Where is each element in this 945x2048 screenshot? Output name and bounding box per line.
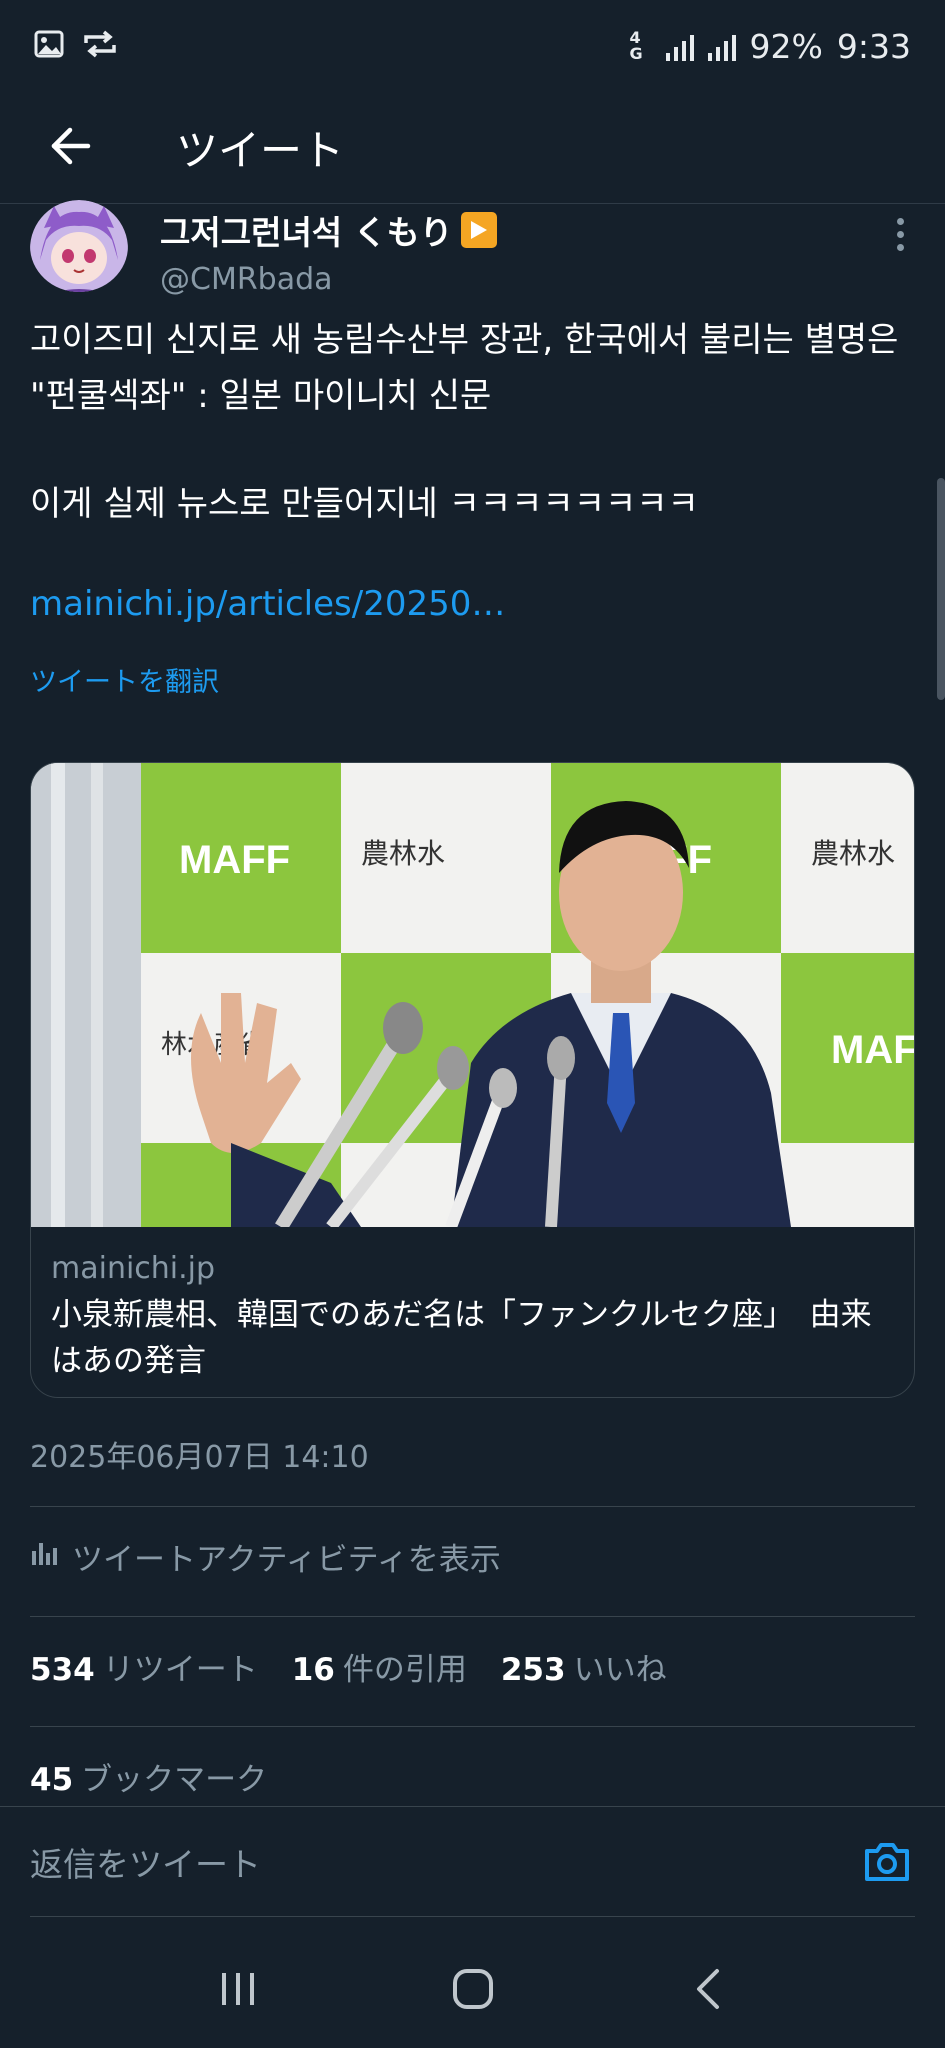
- quotes-count: 16: [291, 1652, 335, 1688]
- likes-stat[interactable]: 253 いいね: [501, 1644, 667, 1689]
- translate-tweet-link[interactable]: ツイートを翻訳: [30, 660, 219, 699]
- play-badge-icon: [460, 212, 497, 248]
- signal-icon: [665, 31, 694, 61]
- sync-icon: [82, 29, 118, 63]
- divider: [30, 1726, 915, 1727]
- card-domain: mainichi.jp: [51, 1251, 216, 1286]
- card-image-text: MAFF: [179, 838, 290, 882]
- activity-label: ツイートアクティビティを表示: [72, 1542, 501, 1578]
- home-icon[interactable]: [428, 1949, 518, 2029]
- likes-count: 253: [500, 1652, 566, 1688]
- tweet-text-paragraph: 고이즈미 신지로 새 농림수산부 장관, 한국에서 불리는 별명은 "펀쿨섹좌"…: [30, 320, 899, 416]
- author-name[interactable]: 그저그런녀석 くもり: [160, 206, 497, 254]
- card-image-text: MAFF: [831, 1028, 915, 1072]
- quotes-label: 件の引用: [342, 1652, 467, 1688]
- avatar[interactable]: [30, 200, 128, 292]
- tweet-stats: 534 リツイート 16 件の引用 253 いいね: [30, 1644, 667, 1689]
- status-right: 4G 92% 9:33: [630, 27, 911, 66]
- battery-level: 92%: [749, 26, 823, 66]
- status-bar: 4G 92% 9:33: [0, 0, 945, 92]
- status-left: [34, 29, 118, 63]
- card-title: 小泉新農相、韓国でのあだ名は「ファンクルセク座」 由来はあの発言: [51, 1297, 872, 1379]
- signal-icon: [707, 31, 736, 61]
- reply-composer[interactable]: 返信をツイート: [0, 1806, 945, 1916]
- tweet-timestamp: 2025年06月07日 14:10: [30, 1440, 369, 1475]
- author-handle[interactable]: @CMRbada: [160, 262, 497, 297]
- bookmarks-label: ブックマーク: [81, 1762, 268, 1798]
- tweet-text: 고이즈미 신지로 새 농림수산부 장관, 한국에서 불리는 별명은 "펀쿨섹좌"…: [30, 312, 910, 532]
- back-button[interactable]: [0, 92, 140, 204]
- bookmarks-count: 45: [30, 1762, 74, 1798]
- link-preview-card[interactable]: MAFF MAFF MAFF 農林水 農林水 林水産省: [30, 762, 915, 1398]
- divider: [30, 1616, 915, 1617]
- quotes-stat[interactable]: 16 件の引用: [292, 1644, 467, 1689]
- dot-icon: [896, 244, 904, 251]
- clock: 9:33: [836, 26, 911, 66]
- card-image-text: 農林水: [811, 837, 895, 870]
- retweets-count: 534: [30, 1652, 95, 1688]
- network-type: 4G: [629, 28, 643, 63]
- recents-icon[interactable]: [193, 1949, 283, 2029]
- author-info: 그저그런녀석 くもり @CMRbada: [160, 206, 497, 297]
- tweet-text-paragraph: 이게 실제 뉴스로 만들어지네 ㅋㅋㅋㅋㅋㅋㅋㅋ: [30, 484, 699, 524]
- gallery-icon: [34, 29, 64, 63]
- arrow-left-icon: [48, 126, 92, 170]
- scrollbar[interactable]: [937, 478, 945, 700]
- back-icon[interactable]: [663, 1949, 753, 2029]
- reply-input[interactable]: 返信をツイート: [30, 1838, 261, 1886]
- divider: [30, 1506, 915, 1507]
- view-activity-button[interactable]: ツイートアクティビティを表示: [30, 1534, 501, 1579]
- page-title: ツイート: [176, 126, 345, 175]
- top-app-bar: ツイート: [0, 92, 945, 204]
- divider: [30, 1916, 915, 1917]
- card-image: MAFF MAFF MAFF 農林水 農林水 林水産省: [31, 763, 915, 1227]
- tweet-author: 그저그런녀석 くもり @CMRbada: [30, 200, 915, 304]
- dot-icon: [896, 218, 904, 225]
- camera-icon[interactable]: [859, 1834, 915, 1890]
- tweet-link[interactable]: mainichi.jp/articles/20250…: [30, 584, 505, 624]
- bar-chart-icon: [30, 1539, 58, 1575]
- card-image-text: 農林水: [361, 837, 445, 870]
- likes-label: いいね: [573, 1652, 667, 1688]
- author-display-name: 그저그런녀석 くもり: [160, 213, 453, 252]
- more-options-button[interactable]: [885, 218, 915, 251]
- retweets-stat[interactable]: 534 リツイート: [30, 1644, 258, 1689]
- system-nav-bar: [0, 1930, 945, 2048]
- retweets-label: リツイート: [102, 1652, 258, 1688]
- dot-icon: [896, 231, 904, 238]
- bookmarks-stat[interactable]: 45 ブックマーク: [30, 1754, 267, 1799]
- card-meta: mainichi.jp 小泉新農相、韓国でのあだ名は「ファンクルセク座」 由来は…: [31, 1227, 914, 1384]
